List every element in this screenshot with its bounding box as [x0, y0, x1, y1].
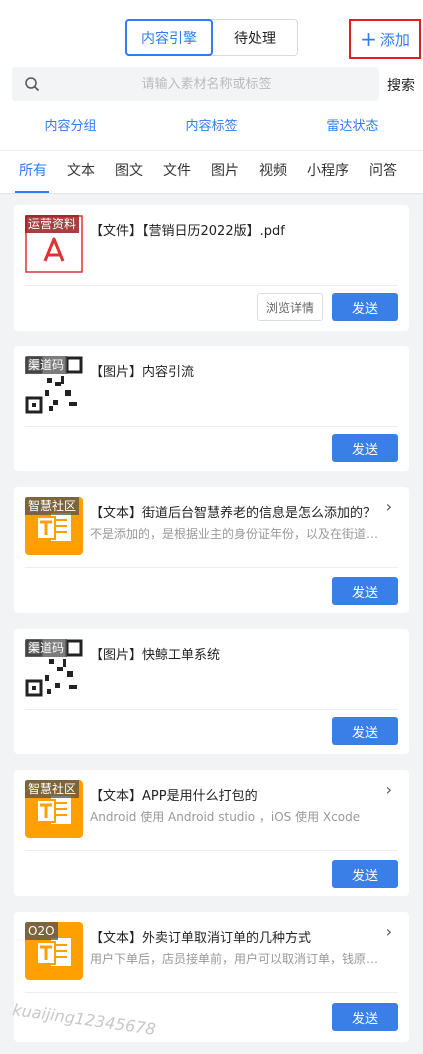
card-divider	[25, 285, 398, 286]
send-button[interactable]: 发送	[332, 1003, 398, 1031]
content-card[interactable]: 智慧社区 【文本】APP是用什么打包的 Android 使用 Android s…	[14, 770, 409, 896]
tab-all[interactable]: 所有	[0, 151, 57, 193]
filter-content-group[interactable]: 内容分组	[0, 112, 141, 142]
search-button[interactable]: 搜索	[387, 75, 415, 95]
chevron-right-icon[interactable]: ›	[386, 780, 392, 799]
card-tag: 渠道码	[25, 639, 68, 657]
tab-qa[interactable]: 问答	[359, 151, 407, 193]
chevron-right-icon[interactable]: ›	[386, 922, 392, 941]
tab-video[interactable]: 视频	[249, 151, 297, 193]
card-divider	[25, 426, 398, 427]
search-input[interactable]	[12, 67, 379, 101]
card-title: 【图片】内容引流	[90, 365, 195, 380]
add-button[interactable]: + 添加	[349, 19, 421, 59]
card-divider	[25, 850, 398, 851]
doc-thumbnail: 智慧社区	[25, 780, 83, 838]
filter-radar-status[interactable]: 雷达状态	[282, 112, 423, 142]
chevron-right-icon[interactable]: ›	[386, 497, 392, 516]
tab-mini-program[interactable]: 小程序	[297, 151, 359, 193]
card-divider	[25, 567, 398, 568]
segment-control: 内容引擎 待处理	[125, 19, 298, 56]
filter-content-tag[interactable]: 内容标签	[141, 112, 282, 142]
filter-bar: 内容分组 内容标签 雷达状态	[0, 112, 423, 142]
tab-article[interactable]: 图文	[105, 151, 153, 193]
qr-thumbnail: 渠道码	[25, 639, 83, 697]
card-tag: 智慧社区	[25, 497, 80, 515]
pdf-thumbnail: 运营资料	[25, 215, 83, 273]
segment-pending[interactable]: 待处理	[213, 20, 297, 55]
content-card[interactable]: 渠道码 【图片】内容引流 发送	[14, 346, 409, 471]
search-icon	[25, 77, 40, 92]
card-title: 【文件】【营销日历2022版】.pdf	[90, 224, 285, 239]
tab-image[interactable]: 图片	[201, 151, 249, 193]
content-card[interactable]: 运营资料 【文件】【营销日历2022版】.pdf 浏览详情 发送	[14, 205, 409, 331]
add-label: 添加	[379, 30, 410, 49]
content-card[interactable]: 渠道码 【图片】快鲸工单系统 发送	[14, 629, 409, 754]
header-area: 内容引擎 待处理 + 添加 搜索 内容分组 内容标签 雷达状态 所有 文本 图文…	[0, 0, 423, 194]
qr-thumbnail: 渠道码	[25, 356, 83, 414]
content-card[interactable]: 智慧社区 【文本】街道后台智慧养老的信息是怎么添加的？ 不是添加的，是根据业主的…	[14, 487, 409, 613]
card-title: 【文本】外卖订单取消订单的几种方式	[90, 931, 312, 946]
card-tag: 运营资料	[25, 215, 80, 233]
view-detail-button[interactable]: 浏览详情	[257, 293, 323, 321]
card-tag: 智慧社区	[25, 780, 80, 798]
plus-icon: +	[360, 27, 377, 51]
tab-file[interactable]: 文件	[153, 151, 201, 193]
send-button[interactable]: 发送	[332, 434, 398, 462]
doc-thumbnail: 智慧社区	[25, 497, 83, 555]
send-button[interactable]: 发送	[332, 577, 398, 605]
card-description: 用户下单后，店员接单前，用户可以取消订单，钱原路退回	[90, 952, 390, 966]
send-button[interactable]: 发送	[332, 717, 398, 745]
tab-text[interactable]: 文本	[57, 151, 105, 193]
send-button[interactable]: 发送	[332, 860, 398, 888]
card-title: 【图片】快鲸工单系统	[90, 648, 221, 663]
card-divider	[25, 992, 398, 993]
segment-content-engine[interactable]: 内容引擎	[125, 19, 213, 56]
search-bar	[12, 67, 379, 101]
card-description: Android 使用 Android studio ，iOS 使用 Xcode	[90, 810, 361, 824]
card-divider	[25, 709, 398, 710]
card-tag: O2O	[25, 922, 58, 940]
type-tabs: 所有 文本 图文 文件 图片 视频 小程序 问答	[0, 150, 423, 194]
send-button[interactable]: 发送	[332, 293, 398, 321]
doc-thumbnail: O2O	[25, 922, 83, 980]
card-tag: 渠道码	[25, 356, 68, 374]
card-description: 不是添加的，是根据业主的身份证年份，以及在街道后台设置的条件自动筛选的	[90, 527, 390, 541]
card-title: 【文本】街道后台智慧养老的信息是怎么添加的？	[90, 506, 377, 521]
card-title: 【文本】APP是用什么打包的	[90, 789, 258, 804]
